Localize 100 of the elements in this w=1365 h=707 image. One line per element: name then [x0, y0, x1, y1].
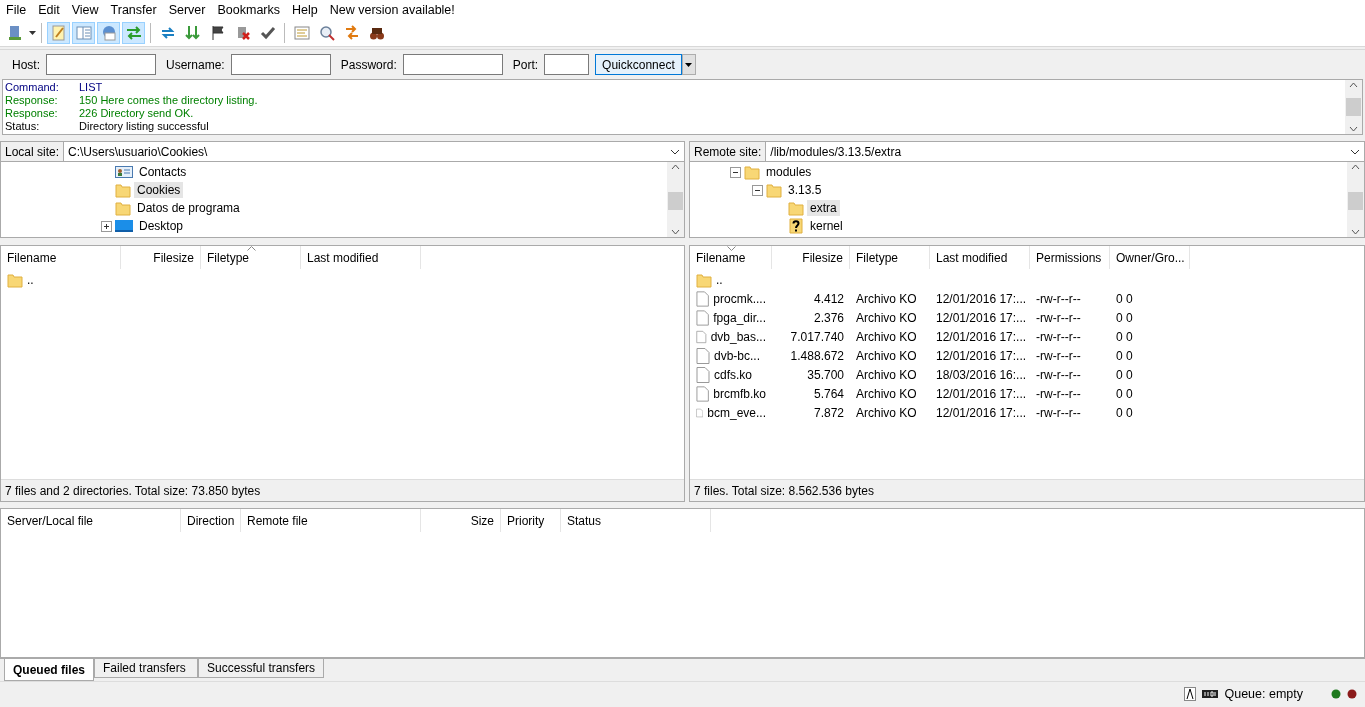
tree-item[interactable]: Desktop: [136, 218, 187, 234]
menu-item[interactable]: File: [0, 3, 33, 17]
scroll-up-icon[interactable]: [671, 164, 680, 170]
expand-icon[interactable]: [101, 220, 112, 232]
file-name[interactable]: dvb_bas...: [710, 329, 766, 344]
table-cell-text: Archivo KO: [855, 367, 918, 382]
tree-item[interactable]: Cookies: [134, 182, 184, 198]
log-message: 226 Directory send OK.: [79, 107, 194, 120]
toggle-button[interactable]: [47, 22, 70, 44]
table-cell-text: -rw-r--r--: [1035, 405, 1082, 420]
menu-item[interactable]: New version available!: [323, 3, 461, 17]
table-cell-text: 18/03/2016 16:...: [935, 367, 1028, 382]
scroll-down-icon[interactable]: [671, 229, 680, 235]
column-header[interactable]: Owner/Gro...: [1110, 246, 1190, 269]
menu-item[interactable]: Transfer: [104, 3, 163, 17]
file-icon: [696, 309, 710, 326]
column-header[interactable]: Filetype: [850, 246, 930, 269]
column-header[interactable]: Remote file: [241, 509, 421, 532]
input-field[interactable]: [46, 54, 156, 75]
table-cell-text: 0 0: [1115, 405, 1134, 420]
menu-item[interactable]: View: [65, 3, 105, 17]
table-cell-text: 12/01/2016 17:...: [935, 291, 1028, 306]
column-header[interactable]: Priority: [501, 509, 561, 532]
column-header[interactable]: Status: [561, 509, 711, 532]
tab[interactable]: Successful transfers: [198, 659, 325, 678]
toggle-button[interactable]: [122, 22, 145, 44]
input-field[interactable]: [230, 54, 331, 75]
collapse-icon[interactable]: [752, 184, 763, 196]
file-name[interactable]: fpga_dir...: [713, 310, 766, 325]
tree-item[interactable]: Contacts: [136, 164, 190, 180]
column-header[interactable]: Server/Local file: [1, 509, 181, 532]
menu-item[interactable]: Edit: [32, 3, 66, 17]
table-cell-text: Archivo KO: [855, 329, 918, 344]
scroll-down-icon[interactable]: [1351, 229, 1360, 235]
column-header[interactable]: Direction: [181, 509, 241, 532]
quickconnect-button[interactable]: Quickconnect: [595, 54, 682, 75]
input-field[interactable]: [402, 54, 503, 75]
tab[interactable]: Queued files: [4, 659, 95, 681]
scroll-thumb[interactable]: [1346, 98, 1361, 116]
column-header[interactable]: Filesize: [772, 246, 850, 269]
folder-icon: [744, 164, 760, 180]
toggle-button[interactable]: [97, 22, 120, 44]
folder-icon: [7, 271, 23, 288]
file-name[interactable]: cdfs.ko: [714, 367, 752, 382]
scrollbar[interactable]: [667, 162, 684, 237]
table-cell-text: 12/01/2016 17:...: [935, 329, 1028, 344]
table-cell-text: -rw-r--r--: [1035, 367, 1082, 382]
tree-item[interactable]: extra: [807, 200, 840, 216]
menu-item[interactable]: Server: [162, 3, 212, 17]
column-header[interactable]: Filename: [690, 246, 772, 269]
log-label: Response:: [5, 94, 59, 107]
folder-icon: [766, 182, 782, 198]
input-field[interactable]: [544, 54, 590, 75]
column-header[interactable]: Filesize: [121, 246, 201, 269]
table-cell-text: -rw-r--r--: [1035, 310, 1082, 325]
tree-item[interactable]: kernel: [807, 218, 846, 234]
log-label: Response:: [5, 107, 59, 120]
column-header[interactable]: Last modified: [301, 246, 421, 269]
file-icon: [696, 366, 710, 383]
column-header[interactable]: Last modified: [930, 246, 1030, 269]
scroll-down-icon[interactable]: [1349, 126, 1358, 132]
table-cell-text: Archivo KO: [855, 310, 918, 325]
scroll-thumb[interactable]: [1348, 192, 1363, 210]
table-cell-text: 1.488.672: [789, 348, 845, 363]
table-cell-text: 7.872: [812, 405, 845, 420]
table-cell-text: 12/01/2016 17:...: [935, 405, 1028, 420]
table-cell-text: -rw-r--r--: [1035, 386, 1082, 401]
binary-icon: [1202, 689, 1219, 698]
scroll-thumb[interactable]: [668, 192, 683, 210]
tab[interactable]: Failed transfers: [94, 659, 199, 678]
menu-item[interactable]: Bookmarks: [211, 3, 286, 17]
caret-icon: [29, 31, 36, 35]
queue-status: Queue: empty: [1224, 686, 1303, 701]
panel-layout-icon: [74, 24, 93, 42]
contact-card-icon: [115, 165, 133, 179]
column-header[interactable]: Size: [421, 509, 501, 532]
scroll-up-icon[interactable]: [1349, 82, 1358, 88]
tree-item[interactable]: modules: [763, 164, 815, 180]
file-name[interactable]: ..: [27, 272, 34, 287]
file-name[interactable]: brcmfb.ko: [713, 386, 766, 401]
arrows-exchange-icon: [124, 24, 143, 42]
file-name[interactable]: bcm_eve...: [707, 405, 766, 420]
column-header[interactable]: Filename: [1, 246, 121, 269]
scrollbar[interactable]: [1345, 80, 1362, 134]
log-message: Directory listing successful: [79, 120, 209, 133]
tree-item[interactable]: 3.13.5: [785, 182, 825, 198]
file-name[interactable]: dvb-bc...: [714, 348, 761, 363]
table-cell-text: Archivo KO: [855, 405, 918, 420]
search-icon: [317, 24, 336, 42]
toggle-button[interactable]: [72, 22, 95, 44]
menu-item[interactable]: Help: [286, 3, 324, 17]
file-name[interactable]: ..: [716, 272, 723, 287]
column-header[interactable]: Permissions: [1030, 246, 1110, 269]
tree-item[interactable]: Datos de programa: [134, 200, 243, 216]
collapse-icon[interactable]: [730, 166, 741, 178]
file-name[interactable]: procmk....: [713, 291, 766, 306]
scroll-up-icon[interactable]: [1351, 164, 1360, 170]
table-cell-text: 12/01/2016 17:...: [935, 348, 1028, 363]
scrollbar[interactable]: [1347, 162, 1364, 237]
column-header[interactable]: Filetype: [201, 246, 301, 269]
